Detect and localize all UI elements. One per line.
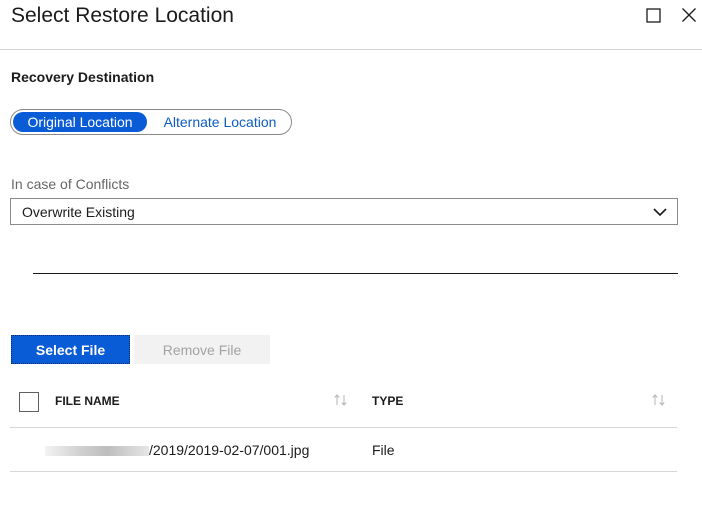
recovery-destination-toggle: Original Location Alternate Location: [10, 109, 292, 135]
file-type-cell: File: [372, 442, 395, 458]
redacted-path: [45, 446, 149, 456]
select-all-checkbox[interactable]: [19, 392, 39, 412]
close-icon: [682, 8, 696, 22]
select-file-button[interactable]: Select File: [11, 335, 130, 364]
recovery-destination-label: Recovery Destination: [11, 69, 155, 85]
table-header-divider: [10, 427, 677, 428]
conflicts-label: In case of Conflicts: [11, 176, 130, 192]
panel-header: Select Restore Location: [0, 0, 702, 50]
remove-file-button: Remove File: [134, 335, 270, 364]
sort-icon[interactable]: [333, 393, 349, 407]
column-header-type[interactable]: TYPE: [372, 394, 403, 408]
conflicts-selected-value: Overwrite Existing: [22, 204, 135, 220]
maximize-icon: [645, 7, 661, 23]
sort-icon[interactable]: [651, 393, 667, 407]
chevron-down-icon: [653, 208, 667, 217]
conflicts-dropdown[interactable]: Overwrite Existing: [10, 198, 678, 225]
table-row-divider: [10, 471, 677, 472]
maximize-button[interactable]: [643, 5, 663, 25]
restore-location-panel: Select Restore Location Recovery Destina…: [0, 0, 702, 509]
column-header-file-name[interactable]: FILE NAME: [55, 394, 120, 408]
option-original-location[interactable]: Original Location: [13, 112, 147, 132]
file-name-cell: /2019/2019-02-07/001.jpg: [149, 442, 310, 458]
close-button[interactable]: [679, 5, 699, 25]
page-title: Select Restore Location: [11, 4, 234, 27]
option-alternate-location[interactable]: Alternate Location: [151, 112, 289, 132]
section-divider: [33, 273, 678, 274]
